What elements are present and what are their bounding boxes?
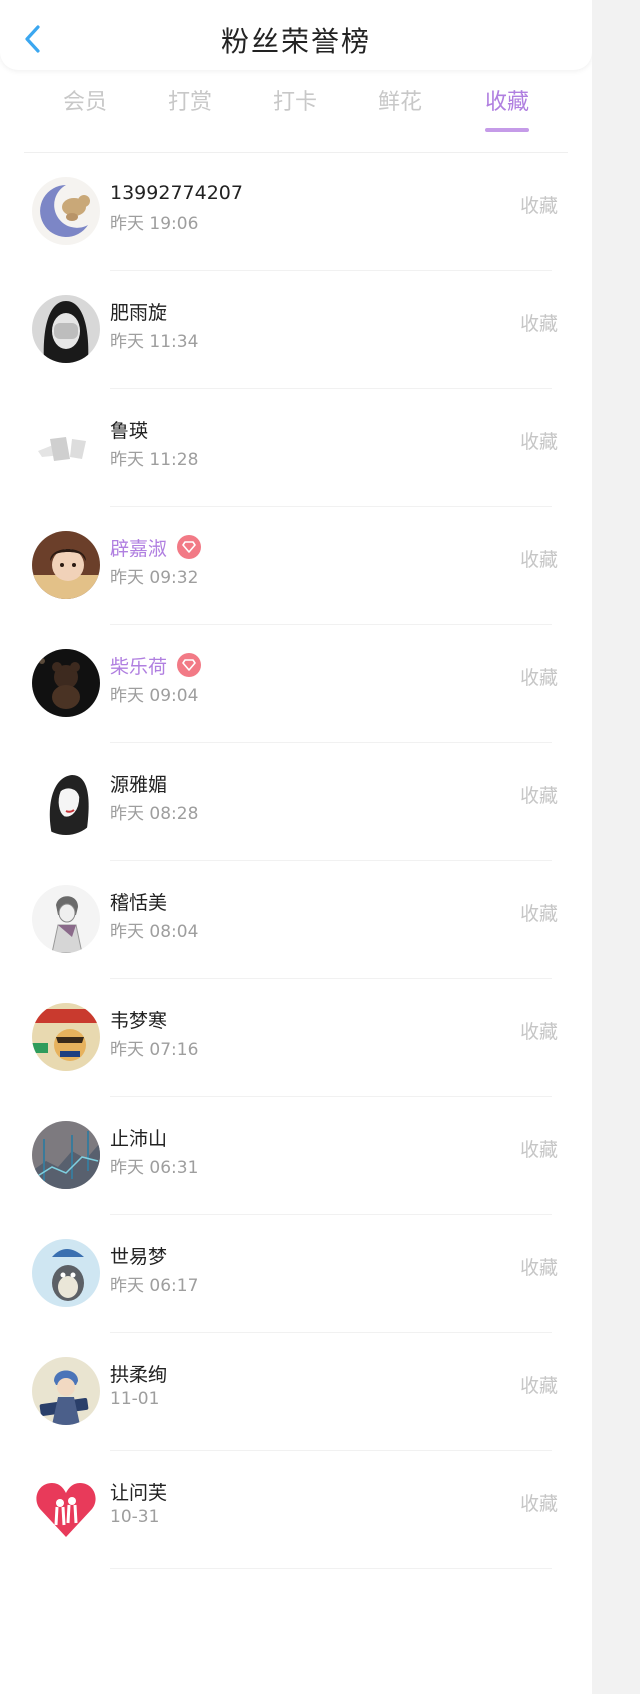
avatar[interactable]	[32, 1239, 100, 1307]
avatar[interactable]	[32, 413, 100, 481]
list-item[interactable]: 世易梦 昨天 06:17 收藏	[0, 1215, 592, 1333]
list-item[interactable]: 拱柔绚 11-01 收藏	[0, 1333, 592, 1451]
avatar[interactable]	[32, 649, 100, 717]
divider	[110, 1568, 552, 1569]
favorite-label: 收藏	[519, 431, 558, 453]
favorite-label: 收藏	[519, 667, 558, 689]
favorite-label: 收藏	[519, 549, 558, 571]
favorite-label: 收藏	[519, 1139, 558, 1161]
fans-honor-page: 粉丝荣誉榜 会员 打赏 打卡 鲜花 收藏 13992774207 昨天 19:0…	[0, 0, 592, 1694]
vip-diamond-icon	[177, 653, 202, 677]
avatar[interactable]	[32, 531, 100, 599]
favorite-label: 收藏	[519, 313, 558, 335]
tab-member[interactable]: 会员	[45, 84, 125, 116]
fan-name: 世易梦	[110, 1245, 168, 1268]
fan-name: 韦梦寒	[110, 1009, 168, 1032]
tab-checkin[interactable]: 打卡	[255, 84, 335, 116]
fan-time: 10-31	[110, 1507, 160, 1527]
fan-name: 稽恬美	[110, 891, 168, 914]
avatar[interactable]	[32, 885, 100, 953]
list-item[interactable]: 源雅媚 昨天 08:28 收藏	[0, 743, 592, 861]
list-item[interactable]: 鲁瑛 昨天 11:28 收藏	[0, 389, 592, 507]
favorite-label: 收藏	[519, 1021, 558, 1043]
fan-name: 辟嘉淑	[110, 537, 168, 560]
favorite-label: 收藏	[519, 1375, 558, 1397]
list-item[interactable]: 肥雨旋 昨天 11:34 收藏	[0, 271, 592, 389]
tab-bar: 会员 打赏 打卡 鲜花 收藏	[0, 84, 592, 136]
list-item[interactable]: 辟嘉淑 昨天 09:32 收藏	[0, 507, 592, 625]
fan-name: 拱柔绚	[110, 1363, 168, 1386]
fan-name: 13992774207	[110, 182, 243, 204]
tab-reward[interactable]: 打赏	[150, 84, 230, 116]
favorite-label: 收藏	[519, 195, 558, 217]
favorite-label: 收藏	[519, 785, 558, 807]
fans-list: 13992774207 昨天 19:06 收藏 肥雨旋 昨天 11:34 收藏	[0, 153, 592, 1569]
list-item[interactable]: 止沛山 昨天 06:31 收藏	[0, 1097, 592, 1215]
fan-name: 让问芙	[110, 1481, 168, 1504]
avatar[interactable]	[32, 177, 100, 245]
fan-time: 昨天 11:28	[110, 450, 199, 470]
avatar[interactable]	[32, 1003, 100, 1071]
list-item[interactable]: 稽恬美 昨天 08:04 收藏	[0, 861, 592, 979]
fan-name: 鲁瑛	[110, 419, 149, 442]
list-item[interactable]: 韦梦寒 昨天 07:16 收藏	[0, 979, 592, 1097]
page-title: 粉丝荣誉榜	[220, 25, 371, 58]
fan-time: 昨天 08:04	[110, 922, 199, 942]
fan-time: 昨天 06:31	[110, 1158, 199, 1178]
fan-name: 柴乐荷	[110, 655, 168, 678]
tab-active-indicator	[485, 128, 529, 132]
fan-time: 11-01	[110, 1389, 160, 1409]
avatar[interactable]	[32, 1357, 100, 1425]
fan-time: 昨天 07:16	[110, 1040, 199, 1060]
avatar[interactable]	[32, 767, 100, 835]
list-item[interactable]: 13992774207 昨天 19:06 收藏	[0, 153, 592, 271]
avatar[interactable]	[32, 1121, 100, 1189]
avatar[interactable]	[32, 295, 100, 363]
tab-flowers[interactable]: 鲜花	[360, 84, 440, 116]
fan-time: 昨天 08:28	[110, 804, 199, 824]
fan-time: 昨天 09:32	[110, 568, 199, 588]
vip-diamond-icon	[177, 535, 202, 559]
fan-time: 昨天 06:17	[110, 1276, 199, 1296]
list-item[interactable]: 柴乐荷 昨天 09:04 收藏	[0, 625, 592, 743]
header-bar: 粉丝荣誉榜	[0, 0, 592, 70]
list-item[interactable]: 让问芙 10-31 收藏	[0, 1451, 592, 1569]
favorite-label: 收藏	[519, 1493, 558, 1515]
fan-time: 昨天 19:06	[110, 214, 199, 234]
fan-time: 昨天 09:04	[110, 686, 199, 706]
fan-name: 肥雨旋	[110, 301, 168, 324]
fan-time: 昨天 11:34	[110, 332, 199, 352]
fan-name: 止沛山	[110, 1127, 168, 1150]
avatar[interactable]	[32, 1475, 100, 1543]
fan-name: 源雅媚	[110, 773, 168, 796]
favorite-label: 收藏	[519, 903, 558, 925]
favorite-label: 收藏	[519, 1257, 558, 1279]
tab-favorites[interactable]: 收藏	[467, 84, 547, 116]
